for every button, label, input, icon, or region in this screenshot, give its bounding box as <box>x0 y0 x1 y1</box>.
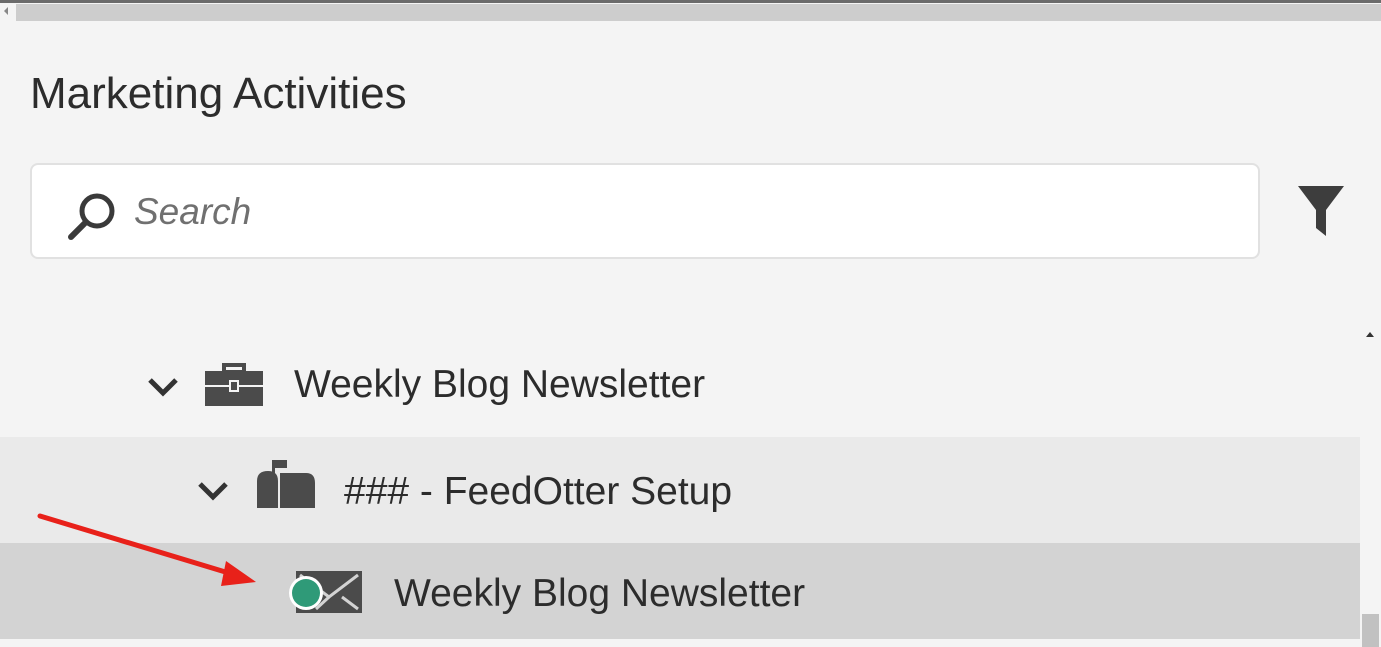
vertical-scrollbar-thumb[interactable] <box>1362 614 1379 647</box>
scrollbar-track-line <box>0 0 1381 3</box>
scroll-left-icon[interactable] <box>4 7 8 15</box>
email-icon <box>289 571 362 613</box>
horizontal-scrollbar-thumb[interactable] <box>16 4 1381 21</box>
tree-row-program[interactable]: Weekly Blog Newsletter <box>0 337 1360 433</box>
tree-item-label: ### - FeedOtter Setup <box>344 470 733 513</box>
briefcase-icon <box>205 363 263 406</box>
search-icon <box>68 193 115 240</box>
chevron-down-icon[interactable] <box>196 479 230 503</box>
tree-row-folder[interactable]: ### - FeedOtter Setup <box>0 437 1360 543</box>
chevron-down-icon[interactable] <box>146 375 180 399</box>
status-indicator <box>292 579 320 607</box>
tree-row-email[interactable]: Weekly Blog Newsletter <box>0 543 1360 639</box>
tree-item-label: Weekly Blog Newsletter <box>394 572 806 615</box>
vertical-scrollbar[interactable] <box>1360 322 1381 647</box>
scroll-up-icon[interactable] <box>1366 332 1374 337</box>
panel-title: Marketing Activities <box>30 69 407 118</box>
tree-item-label: Weekly Blog Newsletter <box>294 363 706 406</box>
marketing-activities-panel: Marketing Activities Weekly Blog Newslet… <box>0 0 1381 647</box>
horizontal-scrollbar[interactable] <box>0 0 1381 22</box>
search-box[interactable] <box>30 163 1260 259</box>
filter-icon[interactable] <box>1296 184 1346 240</box>
mailbox-icon <box>257 460 315 508</box>
search-input[interactable] <box>134 183 1234 241</box>
